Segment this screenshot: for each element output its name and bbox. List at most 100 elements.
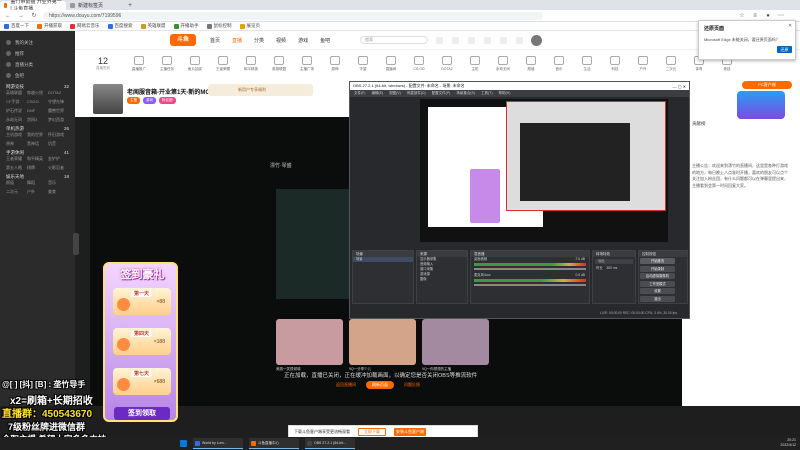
nav-home[interactable]: 首页 xyxy=(210,37,220,44)
category-item[interactable]: 主机 xyxy=(461,56,489,72)
restore-button[interactable]: 还原 xyxy=(777,46,792,53)
category-item[interactable]: 直播推广 xyxy=(125,56,153,72)
taskbar-app[interactable]: OBS 27.2.1 (64-bit... xyxy=(305,438,355,449)
download-icon[interactable] xyxy=(468,36,476,44)
refresh-icon[interactable]: ↻ xyxy=(30,12,38,20)
bookmark[interactable]: 展览页 xyxy=(239,23,260,29)
category-item[interactable]: 音乐 xyxy=(545,56,573,72)
scene-item[interactable]: 场景 xyxy=(353,257,413,262)
bookmark[interactable]: 开播助手 xyxy=(173,23,199,29)
obs-menu-item[interactable]: 帮助(H) xyxy=(499,91,511,96)
category-item[interactable]: 二次元 xyxy=(657,56,685,72)
category-item[interactable]: 科技 xyxy=(601,56,629,72)
broadcast-icon[interactable] xyxy=(516,36,524,44)
sidebar-category-item[interactable]: CF手游 xyxy=(6,99,27,105)
event-banner[interactable] xyxy=(737,91,785,119)
bookmark[interactable]: 鼠标控制 xyxy=(206,23,232,29)
bookmark[interactable]: 百度一下 xyxy=(4,23,29,29)
sidebar-category-item[interactable]: 梦幻西游 xyxy=(48,117,69,123)
nav-yuba[interactable]: 鱼吧 xyxy=(320,37,330,44)
category-item[interactable]: 颜值 xyxy=(517,56,545,72)
category-item[interactable]: 生活 xyxy=(573,56,601,72)
follow-icon[interactable] xyxy=(452,36,460,44)
sidebar-category-item[interactable]: 火影忍者 xyxy=(48,165,69,171)
sidebar-category-item[interactable]: 棋牌 xyxy=(27,165,48,171)
sidebar-category-item[interactable]: 金铲铲 xyxy=(48,156,69,162)
category-item[interactable]: 户外 xyxy=(629,56,657,72)
taskbar-app[interactable]: World by Lum... xyxy=(193,438,243,449)
category-item[interactable]: CS:GO xyxy=(405,56,433,71)
bookmark[interactable]: 英雄联盟 xyxy=(140,23,166,29)
category-item[interactable]: DOTA2 xyxy=(433,56,461,71)
sidebar-category-item[interactable]: 王者荣耀 xyxy=(6,156,27,162)
sidebar-item-forum[interactable]: 鱼吧 xyxy=(6,70,75,81)
sidebar-category-item[interactable]: DNF xyxy=(27,108,48,114)
category-item[interactable]: 直播间 xyxy=(377,56,405,72)
sidebar-category-item[interactable]: 和平精英 xyxy=(27,156,48,162)
message-icon[interactable] xyxy=(500,36,508,44)
user-avatar[interactable] xyxy=(531,34,543,46)
obs-control-button[interactable]: 开始推流 xyxy=(640,258,675,264)
sidebar-category-item[interactable]: 永劫无间 xyxy=(6,117,27,123)
url-input[interactable]: https://www.douyu.com/7199596 xyxy=(43,11,543,20)
sidebar-section-header[interactable]: 手游休闲 41 xyxy=(0,147,75,156)
more-icon[interactable]: ⋯ xyxy=(777,12,785,20)
new-tab-icon[interactable]: + xyxy=(128,2,132,9)
forward-icon[interactable]: → xyxy=(17,12,25,20)
sidebar-category-item[interactable]: 第五人格 xyxy=(6,165,27,171)
sidebar-category-item[interactable]: 炉石传说 xyxy=(6,108,27,114)
sidebar-item-recommend[interactable]: 推荐 xyxy=(6,48,75,59)
category-item[interactable]: 王者荣耀 xyxy=(209,56,237,72)
sidebar-section-header[interactable]: 网游竞技 32 xyxy=(0,81,75,90)
history-icon[interactable] xyxy=(436,36,444,44)
system-clock[interactable]: 20:21 2022/4/12 xyxy=(780,438,796,448)
pc-client-badge[interactable]: PC客户端 xyxy=(742,81,792,89)
bookmark[interactable]: 网易云音乐 xyxy=(70,23,100,29)
transition-select[interactable]: 淡出 xyxy=(595,259,633,264)
category-item[interactable]: 原神 xyxy=(321,56,349,72)
sidebar-category-item[interactable]: 怀旧游戏 xyxy=(48,132,69,138)
category-item[interactable]: 英雄联盟 xyxy=(265,56,293,72)
sidebar-item-categories[interactable]: 直播分类 xyxy=(6,59,75,70)
douyu-logo[interactable]: 斗鱼 xyxy=(170,34,196,46)
volume-slider[interactable] xyxy=(474,268,586,270)
recommend-thumb[interactable] xyxy=(422,319,489,365)
sidebar-category-item[interactable]: 黑神话 xyxy=(27,141,48,147)
browser-tab-active[interactable]: 盖竹带鼠猫 开业界第一 | 斗鱼直播 xyxy=(0,0,66,12)
sidebar-category-item[interactable]: 户外 xyxy=(27,189,48,195)
profile-icon[interactable]: ● xyxy=(764,12,772,20)
obs-menu-item[interactable]: 停靠部件(D) xyxy=(407,91,426,96)
category-item[interactable]: 和平精英 xyxy=(237,56,265,72)
favorites-icon[interactable]: ☆ xyxy=(738,12,746,20)
obs-control-button[interactable]: 开始录制 xyxy=(640,265,675,272)
source-item[interactable]: 图像 xyxy=(417,277,467,282)
sidebar-category-item[interactable]: 穿越火线 xyxy=(27,90,48,96)
recommend-thumb[interactable] xyxy=(276,319,343,365)
sidebar-category-item[interactable]: 守望先锋 xyxy=(48,99,69,105)
sidebar-category-item[interactable]: 舞蹈 xyxy=(27,180,48,186)
sidebar-category-item[interactable]: 英雄联盟 xyxy=(6,90,27,96)
sidebar-section-header[interactable]: 娱乐天地 18 xyxy=(0,171,75,180)
volume-slider[interactable] xyxy=(474,284,586,286)
sidebar-section-header[interactable]: 单机热游 26 xyxy=(0,123,75,132)
nav-category[interactable]: 分类 xyxy=(254,37,264,44)
sidebar-category-item[interactable]: 剑网3 xyxy=(27,117,48,123)
sidebar-collapse-handle[interactable] xyxy=(73,233,79,255)
refresh-button[interactable]: 刷新页面 xyxy=(366,381,394,389)
obs-menu-item[interactable]: 场景集合(S) xyxy=(456,91,475,96)
back-icon[interactable]: ← xyxy=(4,12,12,20)
task-icon[interactable] xyxy=(484,36,492,44)
checkin-date[interactable]: 12 直播签到 xyxy=(93,56,113,71)
obs-control-button[interactable]: 工作室模式 xyxy=(640,280,675,287)
obs-control-button[interactable]: 启动虚拟摄像机 xyxy=(640,273,675,279)
obs-control-button[interactable]: 退出 xyxy=(640,295,675,302)
sidebar-category-item[interactable]: 原神 xyxy=(6,141,27,147)
nav-video[interactable]: 视频 xyxy=(276,37,286,44)
category-item[interactable]: 永劫无间 xyxy=(489,56,517,72)
streamer-avatar[interactable] xyxy=(93,84,123,114)
sidebar-category-item[interactable]: 主机游戏 xyxy=(6,132,27,138)
category-item[interactable]: 主播广场 xyxy=(293,56,321,72)
taskbar-app[interactable]: 斗鱼直播中心 xyxy=(249,438,299,449)
close-icon[interactable]: ✕ xyxy=(788,23,792,29)
nav-live[interactable]: 直播 xyxy=(232,37,242,44)
